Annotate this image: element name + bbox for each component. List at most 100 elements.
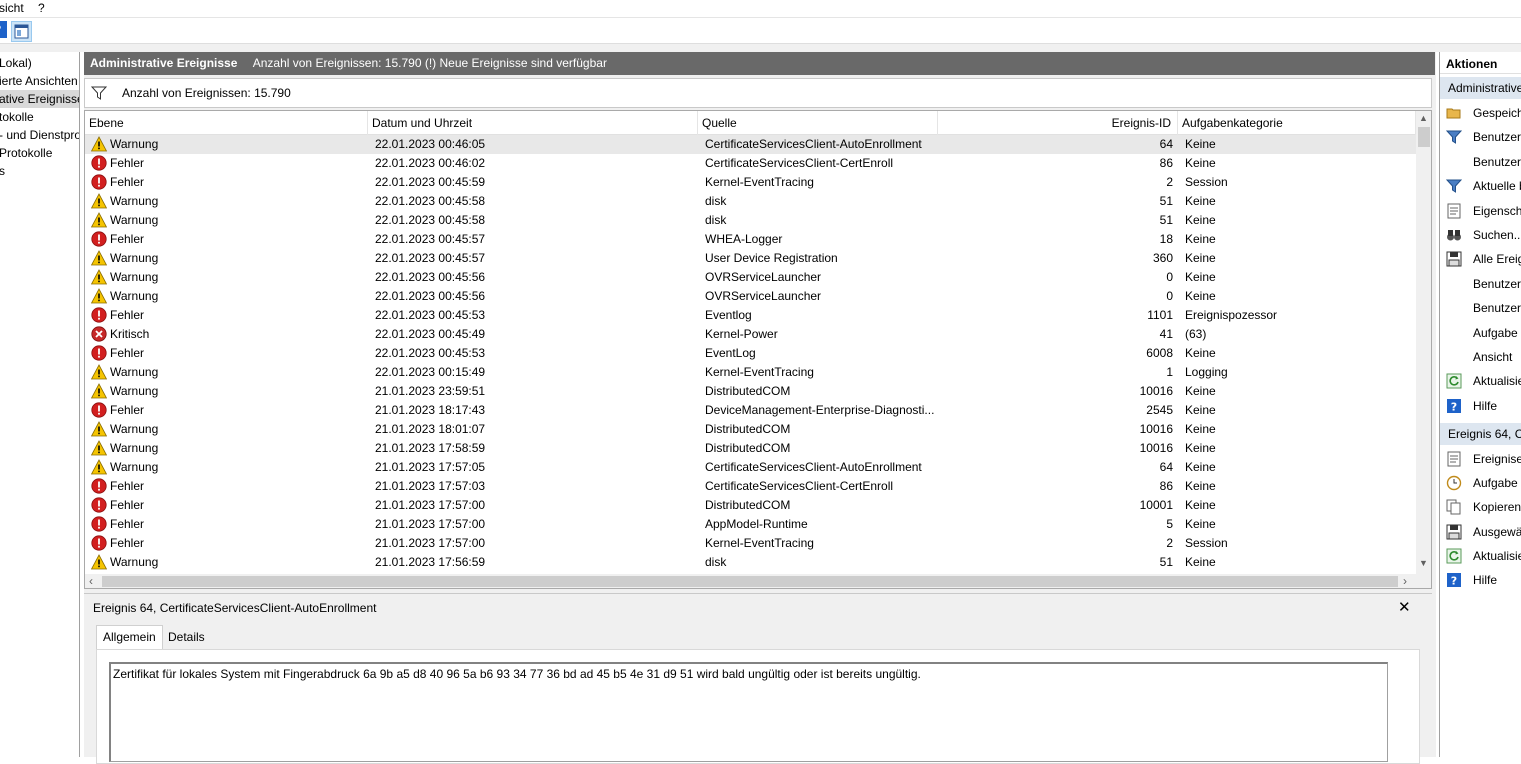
- tree-item[interactable]: - und Dienstpro: [0, 126, 79, 144]
- action-item[interactable]: Ereignisei: [1440, 448, 1521, 470]
- action-item[interactable]: Ausgewä: [1440, 521, 1521, 543]
- table-row[interactable]: Warnung 21.01.2023 23:59:51 DistributedCOM…: [85, 382, 1416, 401]
- menu-bar: sicht ?: [0, 0, 1521, 17]
- action-item[interactable]: ? Hilfe: [1440, 395, 1521, 417]
- table-row[interactable]: Warnung 21.01.2023 18:01:07 DistributedCOM…: [85, 420, 1416, 439]
- cell-task-category: Session: [1185, 536, 1228, 550]
- column-header-date[interactable]: Datum und Uhrzeit: [368, 111, 698, 135]
- action-item[interactable]: Benutzerd: [1440, 273, 1521, 295]
- horizontal-scrollbar[interactable]: ‹ ›: [85, 574, 1416, 588]
- copy-icon: [1446, 499, 1462, 515]
- table-row[interactable]: Fehler 22.01.2023 00:45:53 EventLog 6008 Kei…: [85, 344, 1416, 363]
- scroll-left-icon[interactable]: ‹: [89, 574, 93, 588]
- help-icon[interactable]: ?: [0, 21, 11, 42]
- action-item[interactable]: Benutzerd: [1440, 126, 1521, 148]
- filter-icon: [1445, 129, 1463, 145]
- tree-item[interactable]: tokolle: [0, 108, 34, 126]
- table-row[interactable]: Fehler 22.01.2023 00:45:53 Eventlog 1101 Ere…: [85, 306, 1416, 325]
- cell-date: 22.01.2023 00:45:56: [375, 270, 486, 284]
- cell-level: Warnung: [91, 553, 361, 572]
- separator-strip: [0, 44, 1521, 52]
- action-item[interactable]: Aktualisie: [1440, 545, 1521, 567]
- column-header-event-id[interactable]: Ereignis-ID: [938, 111, 1178, 135]
- action-item[interactable]: ? Hilfe: [1440, 569, 1521, 591]
- table-row[interactable]: Warnung 22.01.2023 00:15:49 Kernel-EventTr…: [85, 363, 1416, 382]
- cell-source: Eventlog: [705, 308, 752, 322]
- main-pane: Administrative Ereignisse Anzahl von Ere…: [84, 52, 1436, 764]
- menu-help[interactable]: ?: [38, 0, 45, 16]
- cell-event-id: 18: [1159, 232, 1173, 246]
- action-item[interactable]: Gespeich: [1440, 102, 1521, 124]
- table-row[interactable]: Warnung 22.01.2023 00:45:58 disk 51 Keine: [85, 211, 1416, 230]
- table-row[interactable]: Warnung 22.01.2023 00:45:56 OVRServiceLaun…: [85, 268, 1416, 287]
- column-header-source[interactable]: Quelle: [698, 111, 938, 135]
- table-row[interactable]: Fehler 21.01.2023 17:57:00 AppModel-Runtim…: [85, 515, 1416, 534]
- warning-icon: [91, 135, 108, 152]
- action-item[interactable]: Aufgabe: [1440, 322, 1521, 344]
- table-row[interactable]: Fehler 22.01.2023 00:45:59 Kernel-EventTra…: [85, 173, 1416, 192]
- tab-general[interactable]: Allgemein: [96, 625, 163, 649]
- tree-item[interactable]: ative Ereignisse: [0, 90, 79, 108]
- scroll-down-icon[interactable]: ▼: [1419, 558, 1428, 568]
- cell-event-id: 51: [1159, 194, 1173, 208]
- scroll-right-icon[interactable]: ›: [1403, 574, 1407, 588]
- vertical-scrollbar[interactable]: ▲ ▼: [1416, 111, 1431, 574]
- table-row[interactable]: Warnung 22.01.2023 00:45:58 disk 51 Keine: [85, 192, 1416, 211]
- show-hide-pane-icon[interactable]: [11, 21, 32, 42]
- table-row[interactable]: Fehler 21.01.2023 18:17:43 DeviceManagemen…: [85, 401, 1416, 420]
- tab-details[interactable]: Details: [162, 626, 211, 649]
- level-label: Warnung: [110, 384, 159, 398]
- actions-section-header[interactable]: Ereignis 64, Ce: [1440, 423, 1521, 445]
- action-item[interactable]: Ansicht: [1440, 346, 1521, 368]
- cell-level: Warnung: [91, 287, 361, 306]
- cell-level: Warnung: [91, 420, 361, 439]
- tree-item[interactable]: Protokolle: [0, 144, 52, 162]
- action-label: Aufgabe: [1473, 476, 1518, 491]
- level-label: Fehler: [110, 346, 145, 360]
- action-item[interactable]: Alle Ereig: [1440, 248, 1521, 270]
- action-item[interactable]: Eigenscha: [1440, 200, 1521, 222]
- cell-source: DeviceManagement-Enterprise-Diagnosti...: [705, 403, 935, 417]
- action-item[interactable]: Kopieren: [1440, 496, 1521, 518]
- cell-date: 22.01.2023 00:45:57: [375, 232, 486, 246]
- tree-item[interactable]: Lokal): [0, 54, 32, 72]
- action-item[interactable]: Benutzerd: [1440, 151, 1521, 173]
- level-label: Warnung: [110, 251, 159, 265]
- table-row[interactable]: Warnung 22.01.2023 00:45:57 User Device Re…: [85, 249, 1416, 268]
- action-item[interactable]: Aktualisie: [1440, 370, 1521, 392]
- action-item[interactable]: Aufgabe: [1440, 472, 1521, 494]
- vertical-scroll-thumb[interactable]: [1418, 127, 1430, 147]
- horizontal-scroll-thumb[interactable]: [102, 576, 1398, 587]
- cell-source: Kernel-EventTracing: [705, 536, 814, 550]
- table-row[interactable]: Warnung 21.01.2023 17:58:59 DistributedCOM…: [85, 439, 1416, 458]
- level-label: Warnung: [110, 194, 159, 208]
- warning-icon: [91, 382, 108, 399]
- table-row[interactable]: Fehler 21.01.2023 17:57:00 DistributedCOM 1…: [85, 496, 1416, 515]
- action-label: Benutzerd: [1473, 276, 1521, 291]
- close-icon[interactable]: ✕: [1398, 598, 1411, 616]
- cell-task-category: Keine: [1185, 251, 1216, 265]
- table-row[interactable]: Fehler 21.01.2023 17:57:00 Kernel-EventTra…: [85, 534, 1416, 553]
- table-row[interactable]: Warnung 21.01.2023 17:57:05 CertificateSer…: [85, 458, 1416, 477]
- menu-view[interactable]: sicht: [0, 0, 24, 16]
- table-row[interactable]: Fehler 22.01.2023 00:45:57 WHEA-Logger 18 Ke…: [85, 230, 1416, 249]
- column-header-task-category[interactable]: Aufgabenkategorie: [1178, 111, 1416, 135]
- table-row[interactable]: Fehler 22.01.2023 00:46:02 CertificateServ…: [85, 154, 1416, 173]
- action-label: Aktualisie: [1473, 374, 1521, 389]
- scroll-up-icon[interactable]: ▲: [1419, 113, 1428, 123]
- table-row[interactable]: Warnung 22.01.2023 00:46:05 CertificateSer…: [85, 135, 1416, 154]
- table-row[interactable]: Fehler 21.01.2023 17:57:03 CertificateServ…: [85, 477, 1416, 496]
- tree-item[interactable]: ierte Ansichten: [0, 72, 78, 90]
- table-row[interactable]: Warnung 21.01.2023 17:56:59 disk 51 Keine: [85, 553, 1416, 572]
- column-header-level[interactable]: Ebene: [85, 111, 368, 135]
- tree-item[interactable]: s: [0, 162, 5, 180]
- event-message-box[interactable]: Zertifikat für lokales System mit Finger…: [109, 662, 1388, 762]
- warning-icon: [91, 439, 108, 456]
- filter-icon: [90, 85, 108, 104]
- action-item[interactable]: Aktuelle b: [1440, 175, 1521, 197]
- table-row[interactable]: Warnung 22.01.2023 00:45:56 OVRServiceLaun…: [85, 287, 1416, 306]
- action-item[interactable]: Benutzerd: [1440, 297, 1521, 319]
- table-row[interactable]: Kritisch 22.01.2023 00:45:49 Kernel-Power 4…: [85, 325, 1416, 344]
- action-item[interactable]: Suchen...: [1440, 224, 1521, 246]
- actions-section-header[interactable]: Administrative: [1440, 77, 1521, 99]
